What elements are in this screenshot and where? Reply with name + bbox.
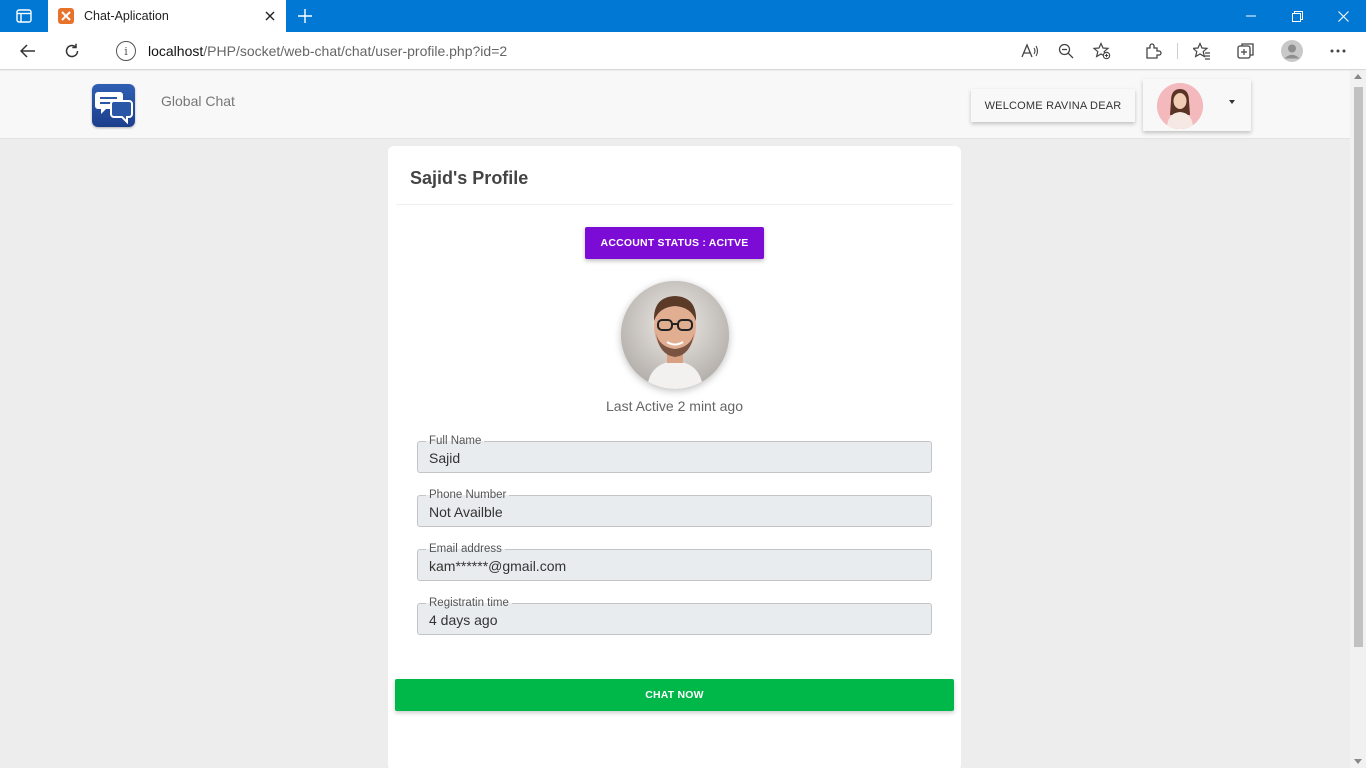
- phone-number-field[interactable]: Phone Number Not Availble: [417, 488, 932, 527]
- avatar: [1157, 83, 1203, 129]
- site-navbar: Global Chat WELCOME RAVINA DEAR: [0, 71, 1350, 139]
- address-path: /PHP/socket/web-chat/chat/user-profile.p…: [203, 43, 508, 59]
- info-icon[interactable]: i: [116, 41, 136, 61]
- back-icon[interactable]: [13, 36, 43, 66]
- refresh-icon[interactable]: [57, 36, 87, 66]
- full-name-label: Full Name: [426, 434, 485, 448]
- more-icon[interactable]: [1327, 40, 1349, 62]
- email-label: Email address: [426, 542, 505, 556]
- profile-icon[interactable]: [1280, 39, 1304, 63]
- restore-icon[interactable]: [1274, 0, 1320, 32]
- scroll-up-icon[interactable]: [1354, 74, 1362, 79]
- email-value: kam******@gmail.com: [429, 558, 567, 574]
- chat-logo-icon[interactable]: [92, 84, 135, 127]
- scroll-thumb[interactable]: [1354, 87, 1363, 647]
- full-name-value: Sajid: [429, 450, 461, 466]
- xampp-favicon-icon: [58, 8, 74, 24]
- tab-actions-icon[interactable]: [10, 6, 38, 26]
- collections-icon[interactable]: [1235, 40, 1257, 62]
- browser-tab[interactable]: Chat-Aplication: [48, 0, 286, 32]
- window-close-icon[interactable]: [1320, 0, 1366, 32]
- registration-time-field[interactable]: Registratin time 4 days ago: [417, 596, 932, 635]
- zoom-out-icon[interactable]: [1055, 40, 1077, 62]
- extensions-icon[interactable]: [1142, 40, 1164, 62]
- email-field[interactable]: Email address kam******@gmail.com: [417, 542, 932, 581]
- profile-card: Sajid's Profile ACCOUNT STATUS : ACITVE: [388, 146, 961, 768]
- registration-time-label: Registratin time: [426, 596, 512, 610]
- read-aloud-icon[interactable]: [1019, 40, 1041, 62]
- welcome-button[interactable]: WELCOME RAVINA DEAR: [971, 89, 1135, 122]
- account-status-button[interactable]: ACCOUNT STATUS : ACITVE: [585, 227, 764, 259]
- divider: [396, 204, 953, 205]
- address-bar[interactable]: i localhost/PHP/socket/web-chat/chat/use…: [100, 36, 1125, 66]
- plus-icon[interactable]: [294, 4, 316, 28]
- brand-name[interactable]: Global Chat: [161, 93, 235, 109]
- favorites-icon[interactable]: [1191, 40, 1213, 62]
- add-favorite-icon[interactable]: [1091, 40, 1113, 62]
- scrollbar[interactable]: [1350, 71, 1366, 768]
- phone-number-label: Phone Number: [426, 488, 510, 502]
- browser-titlebar: Chat-Aplication: [0, 0, 1366, 32]
- scroll-down-icon[interactable]: [1354, 759, 1362, 764]
- address-host: localhost: [148, 43, 204, 59]
- browser-toolbar: i localhost/PHP/socket/web-chat/chat/use…: [0, 32, 1366, 70]
- last-active-text: Last Active 2 mint ago: [606, 398, 743, 414]
- registration-time-value: 4 days ago: [429, 612, 498, 628]
- profile-avatar: [621, 281, 729, 389]
- chat-now-button[interactable]: CHAT NOW: [395, 679, 954, 711]
- chevron-down-icon: [1229, 100, 1235, 104]
- user-menu-button[interactable]: [1143, 79, 1251, 131]
- page-viewport: Global Chat WELCOME RAVINA DEAR Sajid's …: [0, 71, 1350, 768]
- tab-title: Chat-Aplication: [84, 9, 169, 23]
- phone-number-value: Not Availble: [429, 504, 503, 520]
- toolbar-divider: [1177, 43, 1178, 59]
- page-title: Sajid's Profile: [410, 168, 529, 188]
- close-icon[interactable]: [260, 6, 280, 26]
- minimize-icon[interactable]: [1228, 0, 1274, 32]
- full-name-field[interactable]: Full Name Sajid: [417, 434, 932, 473]
